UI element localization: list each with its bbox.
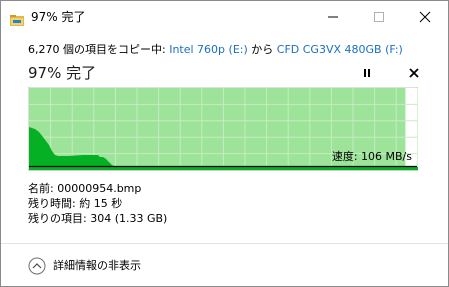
name-label: 名前: <box>28 182 58 195</box>
maximize-button[interactable] <box>356 1 402 32</box>
progress-title: 97% 完了 <box>28 64 97 82</box>
speed-label: 速度: 106 MB/s <box>331 150 412 163</box>
destination-link[interactable]: CFD CG3VX 480GB (F:) <box>277 43 403 56</box>
cancel-button[interactable] <box>406 65 422 81</box>
current-file-info: 名前: 00000954.bmp <box>28 182 141 196</box>
window-title: 97% 完了 <box>31 10 86 24</box>
maximize-icon <box>374 12 384 22</box>
toggle-details-label: 詳細情報の非表示 <box>53 259 141 272</box>
chevron-up-icon <box>28 257 46 275</box>
items-label: 残りの項目: <box>28 212 91 225</box>
speed-graph: 速度: 106 MB/s <box>28 87 418 171</box>
time-label: 残り時間: <box>28 197 80 210</box>
source-link[interactable]: Intel 760p (E:) <box>169 43 248 56</box>
copy-progress-window: 97% 完了 6,270 個の項目をコピー中: Intel 760p (E:) … <box>0 0 449 287</box>
time-remaining-info: 残り時間: 約 15 秒 <box>28 197 122 211</box>
folder-copy-icon <box>10 11 24 26</box>
copy-prefix: 6,270 個の項目をコピー中: <box>28 43 170 56</box>
close-icon <box>419 11 431 23</box>
items-value: 304 (1.33 GB) <box>90 212 168 225</box>
minimize-button[interactable] <box>310 1 356 32</box>
minimize-icon <box>328 16 338 18</box>
copy-middle: から <box>247 43 277 56</box>
close-button[interactable] <box>402 1 448 32</box>
time-value: 約 15 秒 <box>79 197 123 210</box>
cancel-icon <box>409 68 419 78</box>
title-bar[interactable]: 97% 完了 <box>1 1 448 32</box>
pause-icon <box>364 69 370 77</box>
items-remaining-info: 残りの項目: 304 (1.33 GB) <box>28 212 167 226</box>
pause-button[interactable] <box>359 65 375 81</box>
copy-description: 6,270 個の項目をコピー中: Intel 760p (E:) から CFD … <box>28 43 403 57</box>
name-value: 00000954.bmp <box>57 182 142 195</box>
